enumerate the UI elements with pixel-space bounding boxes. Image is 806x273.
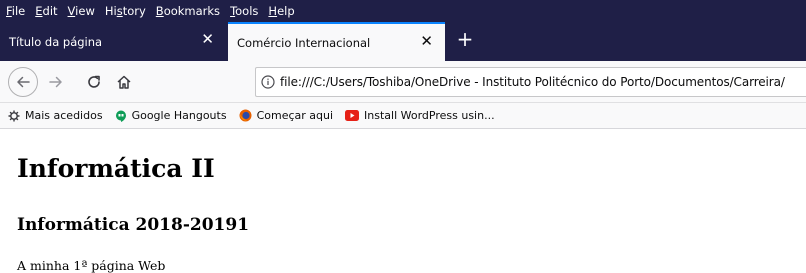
- menu-view[interactable]: View: [68, 4, 95, 18]
- page-subheading: Informática 2018-20191: [17, 215, 250, 235]
- reload-button[interactable]: [82, 70, 106, 94]
- reload-icon: [88, 75, 100, 88]
- bookmark-comecar-aqui[interactable]: Começar aqui: [239, 109, 333, 122]
- firefox-icon: [239, 109, 252, 122]
- home-icon: [117, 75, 131, 89]
- tab-strip: Título da página ✕ Comércio Internaciona…: [0, 22, 806, 61]
- bookmark-install-wordpress[interactable]: Install WordPress usin...: [345, 109, 495, 122]
- home-button[interactable]: [112, 70, 136, 94]
- bookmarks-toolbar: Mais acedidos Google Hangouts Começar aq…: [0, 103, 806, 129]
- arrow-left-icon: [17, 76, 30, 88]
- address-bar[interactable]: file:///C:/Users/Toshiba/OneDrive - Inst…: [255, 67, 806, 97]
- tab-comercio-internacional[interactable]: Comércio Internacional ✕: [228, 22, 445, 61]
- menu-tools[interactable]: Tools: [230, 4, 258, 18]
- gear-icon: [8, 110, 20, 122]
- bookmark-label: Install WordPress usin...: [364, 109, 495, 122]
- url-text[interactable]: file:///C:/Users/Toshiba/OneDrive - Inst…: [280, 75, 785, 89]
- menu-file[interactable]: File: [6, 4, 25, 18]
- bookmark-mais-acedidos[interactable]: Mais acedidos: [8, 109, 103, 122]
- menu-bookmarks[interactable]: Bookmarks: [156, 4, 220, 18]
- info-icon[interactable]: [256, 75, 280, 89]
- page-paragraph: A minha 1ª página Web: [17, 258, 166, 273]
- page-heading: Informática II: [17, 154, 215, 183]
- back-button[interactable]: [8, 67, 38, 97]
- menu-edit[interactable]: Edit: [35, 4, 57, 18]
- bookmark-google-hangouts[interactable]: Google Hangouts: [115, 109, 227, 122]
- bookmark-label: Google Hangouts: [131, 109, 227, 122]
- arrow-right-icon: [49, 76, 62, 88]
- forward-button[interactable]: [44, 70, 68, 94]
- close-icon[interactable]: ✕: [420, 34, 433, 49]
- new-tab-plus-icon[interactable]: +: [453, 28, 477, 52]
- menu-help[interactable]: Help: [268, 4, 294, 18]
- bookmark-label: Começar aqui: [256, 109, 334, 122]
- hangouts-icon: [115, 110, 127, 122]
- youtube-icon: [345, 110, 360, 121]
- menu-bar: File Edit View History Bookmarks Tools H…: [0, 0, 806, 22]
- menu-history[interactable]: History: [105, 4, 146, 18]
- tab-title: Título da página: [9, 34, 103, 49]
- close-icon[interactable]: ✕: [201, 32, 214, 47]
- navigation-toolbar: file:///C:/Users/Toshiba/OneDrive - Inst…: [0, 61, 806, 103]
- tab-titulo-da-pagina[interactable]: Título da página ✕: [0, 22, 226, 61]
- bookmark-label: Mais acedidos: [25, 109, 103, 122]
- tab-title: Comércio Internacional: [237, 35, 371, 50]
